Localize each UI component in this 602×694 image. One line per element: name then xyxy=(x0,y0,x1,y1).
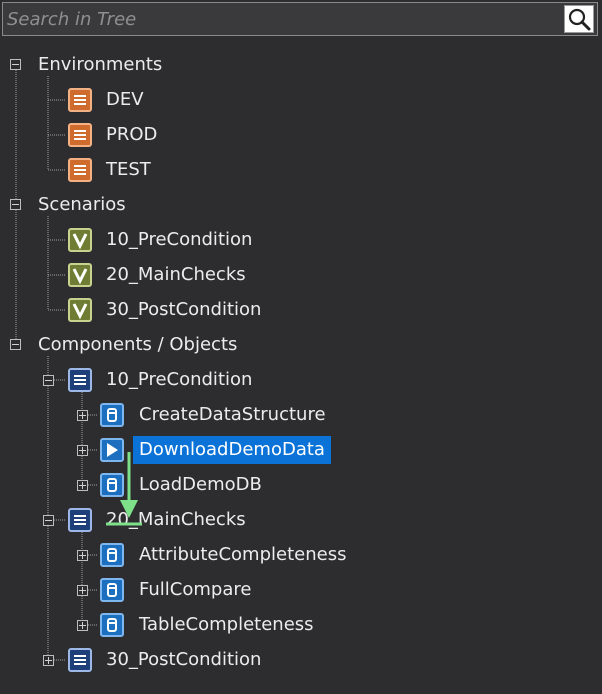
scenario-item-label: 10_PreCondition xyxy=(106,229,253,250)
group-expander[interactable] xyxy=(43,655,54,666)
env-item-label: DEV xyxy=(106,89,144,110)
group-label: 10_PreCondition xyxy=(106,369,253,390)
database-icon xyxy=(100,543,124,567)
environments-label[interactable]: Environments xyxy=(38,51,162,79)
components-expander[interactable] xyxy=(10,339,21,350)
group-expander[interactable] xyxy=(43,515,54,526)
object-expander[interactable] xyxy=(77,480,88,491)
object-expander[interactable] xyxy=(77,410,88,421)
group-label: 20_MainChecks xyxy=(106,509,246,530)
object-expander[interactable] xyxy=(77,445,88,456)
play-icon xyxy=(100,438,124,462)
object-label: LoadDemoDB xyxy=(139,474,262,495)
database-icon xyxy=(100,578,124,602)
list-doc-icon xyxy=(68,368,92,392)
scenarios-label[interactable]: Scenarios xyxy=(38,191,126,219)
check-v-icon xyxy=(68,263,92,287)
check-v-icon xyxy=(68,298,92,322)
scenario-item-label: 30_PostCondition xyxy=(106,299,262,320)
env-item-label: TEST xyxy=(106,159,151,180)
list-doc-icon xyxy=(68,648,92,672)
object-label: FullCompare xyxy=(139,579,252,600)
object-expander[interactable] xyxy=(77,550,88,561)
object-expander[interactable] xyxy=(77,620,88,631)
list-doc-icon xyxy=(68,508,92,532)
components-label[interactable]: Components / Objects xyxy=(38,331,237,359)
object-label-selected: DownloadDemoData xyxy=(133,436,331,464)
object-label: TableCompleteness xyxy=(139,614,314,635)
database-icon xyxy=(100,613,124,637)
database-icon xyxy=(100,473,124,497)
group-label: 30_PostCondition xyxy=(106,649,262,670)
scenarios-expander[interactable] xyxy=(10,199,21,210)
list-doc-icon xyxy=(68,123,92,147)
object-label: AttributeCompleteness xyxy=(139,544,347,565)
object-label: CreateDataStructure xyxy=(139,404,326,425)
env-item-label: PROD xyxy=(106,124,158,145)
database-icon xyxy=(100,403,124,427)
list-doc-icon xyxy=(68,88,92,112)
environments-expander[interactable] xyxy=(10,59,21,70)
check-v-icon xyxy=(68,228,92,252)
group-expander[interactable] xyxy=(43,375,54,386)
scenario-item-label: 20_MainChecks xyxy=(106,264,246,285)
object-expander[interactable] xyxy=(77,585,88,596)
list-doc-icon xyxy=(68,158,92,182)
